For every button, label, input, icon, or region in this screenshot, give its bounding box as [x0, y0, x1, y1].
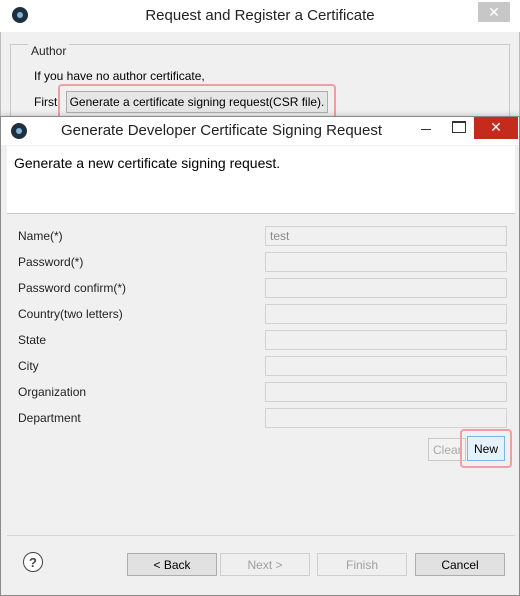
password-confirm-label: Password confirm(*) — [18, 281, 127, 295]
csr-button-highlight — [58, 84, 336, 120]
name-field[interactable]: test — [265, 226, 507, 246]
next-button[interactable]: Next > — [220, 553, 310, 576]
banner-heading: Generate a new certificate signing reque… — [14, 155, 281, 171]
help-icon[interactable]: ? — [23, 552, 43, 572]
background-dialog-title: Request and Register a Certificate — [145, 7, 375, 24]
footer-separator — [7, 535, 515, 536]
state-label: State — [18, 333, 47, 347]
first-label: First, — [34, 95, 61, 109]
new-button-highlight — [460, 429, 512, 468]
country-label: Country(two letters) — [18, 307, 123, 321]
organization-field[interactable] — [265, 382, 507, 402]
author-group-title: Author — [28, 44, 70, 58]
maximize-button[interactable] — [452, 121, 466, 133]
department-field[interactable] — [265, 408, 507, 428]
background-close-button[interactable]: ✕ — [478, 2, 510, 22]
close-button[interactable]: ✕ — [474, 117, 518, 139]
app-logo-icon — [11, 123, 27, 139]
password-confirm-field[interactable] — [265, 278, 507, 298]
finish-button[interactable]: Finish — [317, 553, 407, 576]
csr-dialog-title: Generate Developer Certificate Signing R… — [61, 122, 383, 139]
password-field[interactable] — [265, 252, 507, 272]
back-button[interactable]: < Back — [127, 553, 217, 576]
organization-label: Organization — [18, 385, 87, 399]
cancel-button[interactable]: Cancel — [415, 553, 505, 576]
password-label: Password(*) — [18, 255, 84, 269]
country-field[interactable] — [265, 304, 507, 324]
state-field[interactable] — [265, 330, 507, 350]
minimize-button[interactable] — [418, 124, 434, 136]
city-label: City — [18, 359, 39, 373]
department-label: Department — [18, 411, 81, 425]
city-field[interactable] — [265, 356, 507, 376]
no-author-cert-text: If you have no author certificate, — [34, 69, 205, 83]
name-label: Name(*) — [18, 229, 63, 243]
